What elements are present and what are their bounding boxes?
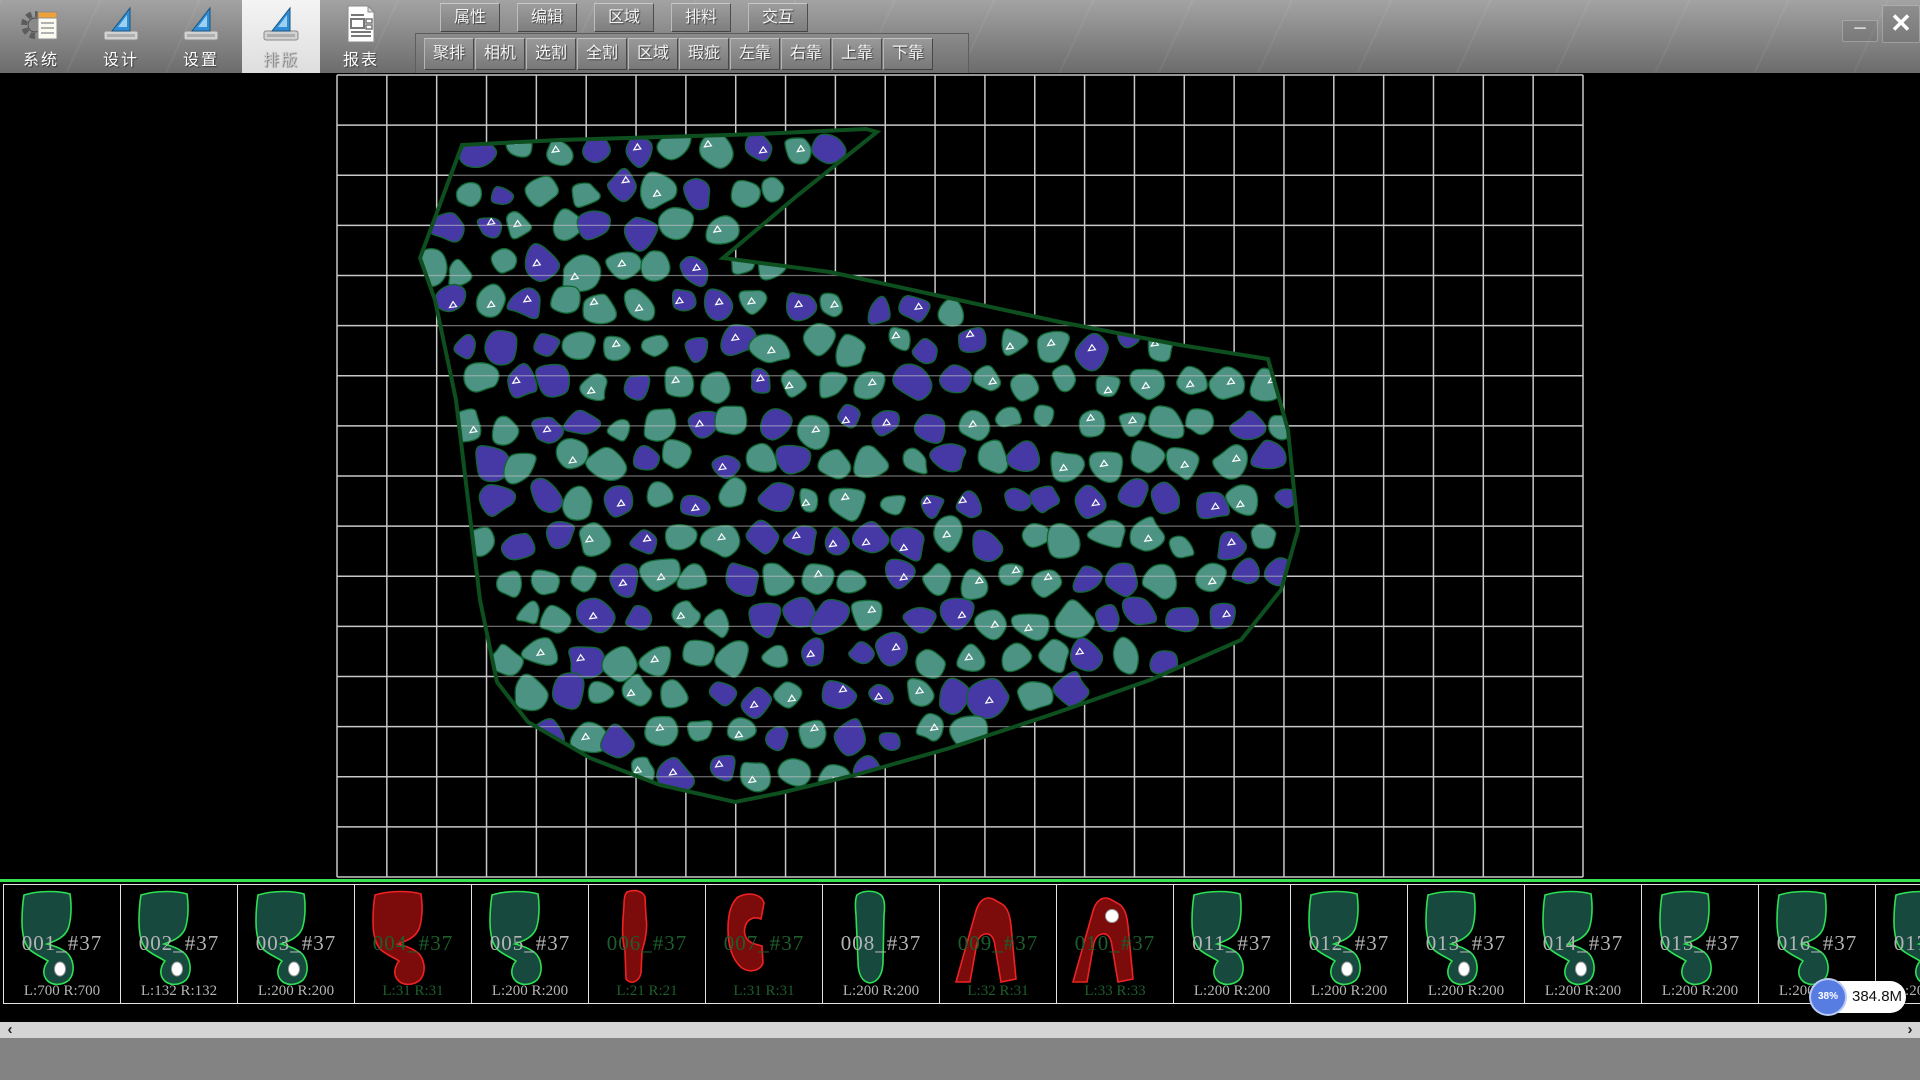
- menu-tab-1[interactable]: 属性: [440, 3, 500, 32]
- toolbar-item-design[interactable]: 设计: [82, 0, 160, 73]
- application-window: 系统 设计 设置: [0, 0, 1920, 1080]
- thumbnail-cell-003_#37[interactable]: 003_#37L:200 R:200: [237, 884, 355, 1004]
- piece-shape-icon: [129, 889, 203, 989]
- nesting-canvas[interactable]: [0, 73, 1920, 879]
- piece-shape-icon: [948, 889, 1022, 989]
- tool-button-8[interactable]: 右靠: [781, 38, 831, 70]
- thumbnail-cell-009_#37[interactable]: 009_#37L:32 R:31: [939, 884, 1057, 1004]
- status-badge[interactable]: 38% 384.8M: [1812, 981, 1906, 1013]
- status-size-label: 384.8M: [1852, 981, 1900, 1013]
- tool-button-5[interactable]: 区域: [628, 38, 678, 70]
- piece-shape-icon: [246, 889, 320, 989]
- nested-piece: [1210, 603, 1235, 628]
- menu-tab-2[interactable]: 编辑: [517, 3, 577, 32]
- tool-button-3[interactable]: 选割: [526, 38, 576, 70]
- thumbnail-cell-002_#37[interactable]: 002_#37L:132 R:132: [120, 884, 238, 1004]
- scroll-right-arrow-icon[interactable]: ›: [1900, 1022, 1920, 1038]
- nested-piece: [556, 438, 588, 468]
- piece-shape-icon: [1533, 889, 1607, 989]
- thumbnail-cell-001_#37[interactable]: 001_#37L:700 R:700: [3, 884, 121, 1004]
- tool-button-bar: 聚排相机选割全割区域瑕疵左靠右靠上靠下靠: [415, 33, 969, 75]
- titlebar-toolbar: 系统 设计 设置: [0, 0, 1920, 74]
- piece-shape-icon: [1884, 889, 1920, 989]
- nested-piece: [531, 570, 559, 595]
- progress-circle: 38%: [1809, 978, 1847, 1016]
- piece-shape-icon: [480, 889, 554, 989]
- thumbnail-cell-012_#37[interactable]: 012_#37L:200 R:200: [1290, 884, 1408, 1004]
- thumbnail-cell-013_#37[interactable]: 013_#37L:200 R:200: [1407, 884, 1525, 1004]
- piece-shape-icon: [1182, 889, 1256, 989]
- nested-piece: [551, 286, 581, 313]
- nested-piece: [1079, 410, 1105, 437]
- nested-piece: [683, 640, 715, 666]
- thumbnail-cell-011_#37[interactable]: 011_#37L:200 R:200: [1173, 884, 1291, 1004]
- piece-shape-icon: [1065, 889, 1139, 989]
- toolbar-item-label: 设置: [162, 46, 240, 70]
- horizontal-scrollbar[interactable]: ‹ ›: [0, 1022, 1920, 1038]
- close-button[interactable]: ✕: [1882, 5, 1920, 43]
- piece-shape-icon: [12, 889, 86, 989]
- toolbar-item-label: 系统: [2, 46, 80, 70]
- toolbar-item-settings[interactable]: 设置: [162, 0, 240, 73]
- tool-button-4[interactable]: 全割: [577, 38, 627, 70]
- toolbar-item-layout[interactable]: 排版: [242, 0, 320, 73]
- menu-tab-3[interactable]: 区域: [594, 3, 654, 32]
- tool-button-7[interactable]: 左靠: [730, 38, 780, 70]
- nested-piece: [800, 488, 818, 512]
- toolbar-item-label: 报表: [322, 46, 400, 70]
- piece-shape-icon: [831, 889, 905, 989]
- piece-shape-icon: [1650, 889, 1724, 989]
- toolbar-item-label: 设计: [82, 46, 160, 70]
- thumbnail-cell-014_#37[interactable]: 014_#37L:200 R:200: [1524, 884, 1642, 1004]
- nested-piece: [645, 716, 678, 746]
- window-bottom-bar: [0, 1038, 1920, 1080]
- piece-shape-icon: [363, 889, 437, 989]
- thumbnail-cell-007_#37[interactable]: 007_#37L:31 R:31: [705, 884, 823, 1004]
- nested-piece: [1166, 608, 1199, 632]
- tool-button-9[interactable]: 上靠: [832, 38, 882, 70]
- toolbar-item-label: 排版: [242, 46, 320, 70]
- nested-piece: [799, 720, 826, 748]
- nested-piece: [715, 406, 747, 434]
- piece-shape-icon: [597, 889, 671, 989]
- piece-shape-icon: [1299, 889, 1373, 989]
- nested-piece: [485, 331, 517, 365]
- tool-button-1[interactable]: 聚排: [424, 38, 474, 70]
- thumbnail-cell-004_#37[interactable]: 004_#37L:31 R:31: [354, 884, 472, 1004]
- nested-piece: [673, 289, 696, 310]
- thumbnail-cell-005_#37[interactable]: 005_#37L:200 R:200: [471, 884, 589, 1004]
- nested-piece: [1251, 524, 1276, 549]
- menu-tab-4[interactable]: 排料: [671, 3, 731, 32]
- nested-piece: [1034, 405, 1054, 426]
- piece-shape-icon: [1416, 889, 1490, 989]
- toolbar-item-system[interactable]: 系统: [2, 0, 80, 73]
- strip-separator: [0, 879, 1920, 882]
- menu-tab-5[interactable]: 交互: [748, 3, 808, 32]
- thumbnail-cell-010_#37[interactable]: 010_#37L:33 R:33: [1056, 884, 1174, 1004]
- nested-piece: [553, 673, 584, 709]
- nested-piece: [456, 182, 481, 206]
- piece-thumbnail-strip: 001_#37L:700 R:700002_#37L:132 R:132003_…: [0, 884, 1920, 1004]
- tool-button-10[interactable]: 下靠: [883, 38, 933, 70]
- tool-button-2[interactable]: 相机: [475, 38, 525, 70]
- nested-piece: [641, 251, 670, 281]
- piece-shape-icon: [1767, 889, 1841, 989]
- thumbnail-cell-015_#37[interactable]: 015_#37L:200 R:200: [1641, 884, 1759, 1004]
- scroll-left-arrow-icon[interactable]: ‹: [0, 1022, 20, 1038]
- piece-shape-icon: [714, 889, 788, 989]
- tool-button-6[interactable]: 瑕疵: [679, 38, 729, 70]
- toolbar-item-report[interactable]: 报表: [322, 0, 400, 73]
- thumbnail-cell-008_#37[interactable]: 008_#37L:200 R:200: [822, 884, 940, 1004]
- minimize-button[interactable]: ─: [1842, 20, 1878, 42]
- nested-piece: [959, 328, 986, 353]
- thumbnail-cell-006_#37[interactable]: 006_#37L:21 R:21: [588, 884, 706, 1004]
